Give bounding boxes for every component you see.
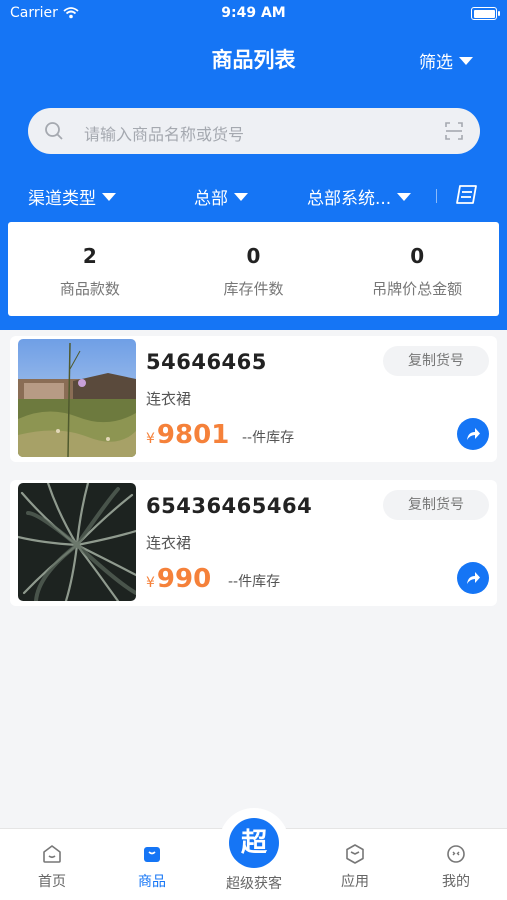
super-acquire-button[interactable]: 超 xyxy=(229,818,279,868)
share-button[interactable] xyxy=(457,562,489,594)
filter-label: 筛选 xyxy=(419,53,453,73)
stat-item-stock: 0 库存件数 xyxy=(172,222,336,316)
channel-type-label: 渠道类型 xyxy=(28,189,96,209)
tab-label: 商品 xyxy=(138,874,166,890)
stat-label: 库存件数 xyxy=(223,280,284,298)
product-image xyxy=(18,339,136,457)
home-icon xyxy=(43,845,61,863)
product-stock: --件库存 xyxy=(228,574,281,590)
cube-icon xyxy=(346,844,364,864)
price-value: 9801 xyxy=(156,420,230,450)
tab-home[interactable]: 首页 xyxy=(12,843,92,891)
hq-system-label: 总部系统... xyxy=(307,189,392,209)
caret-down-icon xyxy=(234,192,248,201)
price-value: 990 xyxy=(156,564,212,594)
tab-label: 我的 xyxy=(442,874,470,890)
hq-system-dropdown[interactable]: 总部系统... xyxy=(307,184,412,209)
status-time: 9:49 AM xyxy=(221,5,286,21)
stat-value: 0 xyxy=(410,244,425,268)
filter-row: 渠道类型 总部 总部系统... xyxy=(0,180,507,212)
face-icon xyxy=(447,845,465,863)
currency-symbol: ¥ xyxy=(146,431,155,447)
currency-symbol: ¥ xyxy=(146,575,155,591)
scan-icon[interactable] xyxy=(444,121,464,141)
product-card[interactable]: 54646465 复制货号 连衣裙 ¥ 9801 --件库存 xyxy=(10,336,497,462)
product-price: ¥ 9801 xyxy=(146,420,229,450)
tab-apps[interactable]: 应用 xyxy=(315,843,395,891)
battery-icon xyxy=(471,7,500,20)
caret-down-icon xyxy=(397,192,412,201)
caret-down-icon xyxy=(459,56,473,65)
stat-item-tag-amount: 0 吊牌价总金额 xyxy=(335,222,499,316)
copy-code-button[interactable]: 复制货号 xyxy=(383,490,489,520)
product-price: ¥ 990 xyxy=(146,564,211,594)
product-image xyxy=(18,483,136,601)
stat-label: 吊牌价总金额 xyxy=(372,280,463,298)
share-button[interactable] xyxy=(457,418,489,450)
stat-value: 0 xyxy=(246,244,261,268)
stat-label: 商品款数 xyxy=(59,280,120,298)
filter-button[interactable]: 筛选 xyxy=(419,48,473,73)
hq-dropdown[interactable]: 总部 xyxy=(194,184,248,209)
caret-down-icon xyxy=(102,192,116,201)
product-card[interactable]: 65436465464 复制货号 连衣裙 ¥ 990 --件库存 xyxy=(10,480,497,606)
product-code: 54646465 xyxy=(146,350,267,374)
stat-value: 2 xyxy=(82,244,97,268)
tab-label: 超级获客 xyxy=(226,876,282,892)
product-code: 65436465464 xyxy=(146,494,313,518)
status-bar: Carrier 9:49 AM xyxy=(0,0,507,28)
tab-products[interactable]: 商品 xyxy=(112,843,192,891)
switch-view-icon[interactable] xyxy=(454,183,480,207)
hq-label: 总部 xyxy=(194,189,228,209)
tab-label: 首页 xyxy=(38,874,66,890)
search-input[interactable]: 请输入商品名称或货号 xyxy=(28,108,480,154)
product-category: 连衣裙 xyxy=(146,534,192,552)
share-icon xyxy=(467,572,480,584)
product-stock: --件库存 xyxy=(242,430,295,446)
tab-label: 应用 xyxy=(341,874,369,890)
copy-code-button[interactable]: 复制货号 xyxy=(383,346,489,376)
stats-panel: 2 商品款数 0 库存件数 0 吊牌价总金额 xyxy=(8,222,499,316)
channel-type-dropdown[interactable]: 渠道类型 xyxy=(28,184,116,209)
tab-mine[interactable]: 我的 xyxy=(416,843,496,891)
filter-divider xyxy=(436,189,437,203)
product-category: 连衣裙 xyxy=(146,390,192,408)
stat-item-styles: 2 商品款数 xyxy=(8,222,172,316)
search-placeholder: 请输入商品名称或货号 xyxy=(84,125,245,144)
bag-icon xyxy=(144,847,160,862)
search-icon xyxy=(45,122,63,140)
share-icon xyxy=(467,428,480,440)
